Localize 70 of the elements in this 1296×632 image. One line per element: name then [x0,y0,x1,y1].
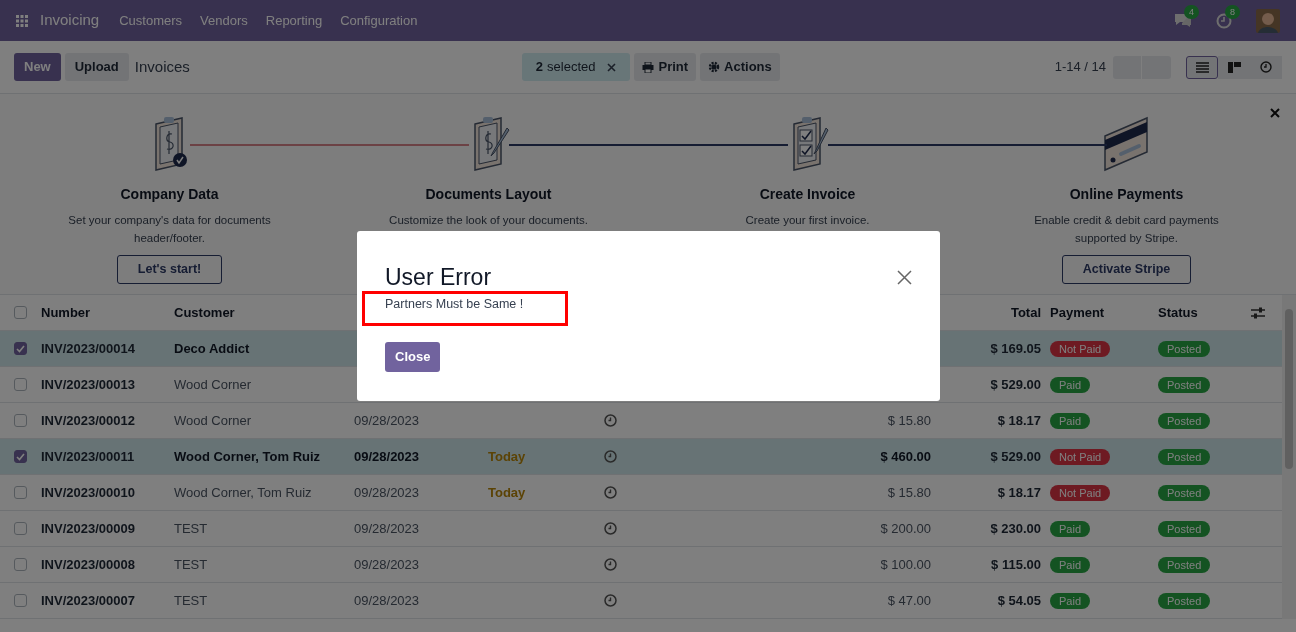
payment-status-badge: Paid [1050,556,1091,573]
table-cell-text: $ 15.80 [886,483,932,502]
table-cell-text: $ 200.00 [879,519,932,538]
due-date-label: Today [488,483,527,502]
table-cell-text: TEST [174,555,209,574]
payment-status-badge: Not Paid [1050,484,1111,501]
table-cell-text: $ 115.00 [990,555,1042,574]
table-cell-text: $ 54.05 [996,591,1042,610]
step-title: Create Invoice [759,185,856,204]
table-cell-text: $ 15.80 [886,411,932,430]
table-cell-text: INV/2023/00013 [41,375,136,394]
status-badge: Posted [1158,412,1211,429]
table-cell-text: $ 460.00 [879,447,932,466]
table-cell-text: Wood Corner [174,411,253,430]
table-cell-text: $ 529.00 [989,447,1042,466]
selection-count: 2 [535,58,544,77]
table-cell-text: Wood Corner, Tom Ruiz [174,483,313,502]
table-cell-text: Deco Addict [174,339,251,358]
payment-status-badge: Not Paid [1050,448,1111,465]
table-cell-text: 09/28/2023 [354,411,421,430]
table-cell-text: INV/2023/00011 [41,447,136,466]
table-cell-text: TEST [174,591,209,610]
step-title: Company Data [120,185,219,204]
table-cell-text: 09/28/2023 [354,519,421,538]
table-cell-text: Wood Corner [174,375,253,394]
table-cell-text: INV/2023/00014 [41,339,136,358]
due-date-label: Today [488,447,527,466]
table-cell-text: INV/2023/00009 [41,519,136,538]
table-cell-text: 09/28/2023 [354,555,421,574]
payment-status-badge: Paid [1050,376,1091,393]
activity-count-badge: 8 [1225,4,1240,19]
payment-status-badge: Paid [1050,412,1091,429]
dialog-title: User Error [385,263,492,291]
step-description: Create your first invoice. [744,213,871,228]
status-badge: Posted [1158,484,1211,501]
table-cell-text: 09/28/2023 [354,447,421,466]
payment-status-badge: Paid [1050,592,1091,609]
step-description: Customize the look of your documents. [388,213,589,228]
payment-status-badge: Paid [1050,520,1091,537]
table-cell-text: $ 18.17 [996,411,1042,430]
table-cell-text: Wood Corner, Tom Ruiz [174,447,322,466]
step-title: Documents Layout [425,185,552,204]
table-cell-text: INV/2023/00007 [41,591,136,610]
table-cell-text: INV/2023/00008 [41,555,136,574]
status-badge: Posted [1158,376,1211,393]
table-cell-text: INV/2023/00010 [41,483,136,502]
table-cell-text: $ 529.00 [989,375,1042,394]
status-badge: Posted [1158,448,1211,465]
table-cell-text: $ 100.00 [879,555,932,574]
table-cell-text: $ 47.00 [886,591,932,610]
status-badge: Posted [1158,556,1211,573]
status-badge: Posted [1158,592,1211,609]
error-message: Partners Must be Same ! [385,296,524,313]
table-cell-text: INV/2023/00012 [41,411,136,430]
table-cell-text: $ 230.00 [989,519,1042,538]
page-title: Invoices [134,56,190,77]
table-cell-text: 09/28/2023 [354,591,421,610]
status-badge: Posted [1158,520,1211,537]
status-badge: Posted [1158,340,1211,357]
step-title: Online Payments [1069,185,1184,204]
table-cell-text: 09/28/2023 [354,483,421,502]
payment-status-badge: Not Paid [1050,340,1111,357]
step-description: Set your company's data for documents header/footer. [67,213,272,246]
selection-label: selected [547,58,596,77]
table-cell-text: TEST [174,519,209,538]
table-cell-text: $ 18.17 [996,483,1042,502]
table-cell-text: $ 169.05 [989,339,1042,358]
step-description: Enable credit & debit card payments supported by Stripe. [1033,213,1220,246]
pager-value: 1-14 / 14 [1054,58,1106,77]
message-count-badge: 4 [1184,5,1199,19]
